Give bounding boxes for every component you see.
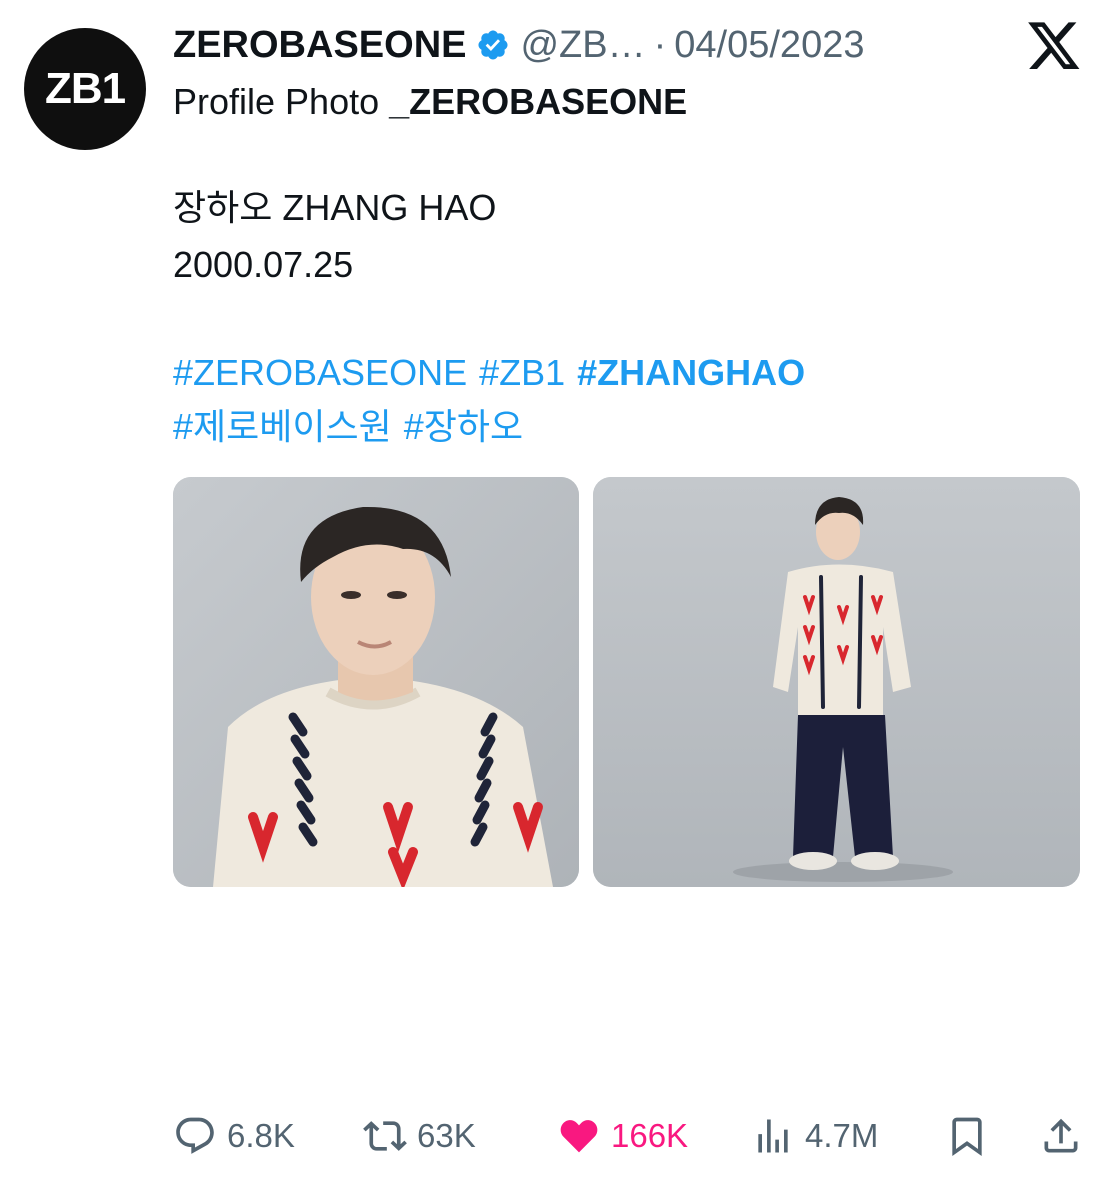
hashtag-row-2: #제로베이스원 #장하오 xyxy=(173,404,535,450)
hashtag-link[interactable]: #제로베이스원 xyxy=(173,406,392,447)
separator-dot: · xyxy=(653,23,667,66)
repost-button[interactable]: 63K xyxy=(363,1108,476,1164)
views-button[interactable]: 4.7M xyxy=(751,1108,878,1164)
reply-count: 6.8K xyxy=(227,1117,295,1154)
hashtag-link[interactable]: #ZB1 xyxy=(479,352,565,393)
photo-full-body xyxy=(593,477,1080,887)
tweet-text-prefix: Profile Photo xyxy=(173,81,390,122)
repost-icon xyxy=(363,1121,407,1151)
tweet-birthdate: 2000.07.25 xyxy=(173,244,354,285)
tweet-text-bold: _ZEROBASEONE xyxy=(389,81,688,122)
hashtag-link[interactable]: #ZEROBASEONE xyxy=(173,352,467,393)
display-name[interactable]: ZEROBASEONE xyxy=(173,24,466,67)
media-photo-2[interactable] xyxy=(593,477,1080,887)
views-bar-chart-icon xyxy=(758,1119,788,1153)
share-icon xyxy=(1044,1118,1078,1153)
tweet-date[interactable]: 04/05/2023 xyxy=(674,24,864,67)
photo-portrait-closeup xyxy=(173,477,579,887)
avatar-text: ZB1 xyxy=(44,64,126,113)
bookmark-button[interactable] xyxy=(945,1108,989,1164)
reply-button[interactable]: 6.8K xyxy=(173,1108,295,1164)
handle[interactable]: @ZB… xyxy=(520,24,645,67)
like-button[interactable]: 166K xyxy=(557,1108,688,1164)
like-count: 166K xyxy=(611,1117,689,1154)
verified-badge-icon xyxy=(478,30,509,60)
media-photo-1[interactable] xyxy=(173,477,579,887)
repost-count: 63K xyxy=(417,1117,476,1154)
share-button[interactable] xyxy=(1039,1108,1083,1164)
hashtag-row-1: #ZEROBASEONE #ZB1 #ZHANGHAO xyxy=(173,350,817,396)
tweet-name-line: 장하오 ZHANG HAO xyxy=(173,187,497,228)
tweet-header: ZEROBASEONE @ZB… · 04/05/2023 xyxy=(173,22,864,68)
reply-icon xyxy=(176,1117,214,1154)
bookmark-icon xyxy=(952,1117,982,1157)
x-logo-icon xyxy=(1028,22,1080,69)
heart-filled-icon xyxy=(560,1120,598,1153)
tweet-line-profile-photo: Profile Photo _ZEROBASEONE xyxy=(173,79,687,125)
tweet-action-bar: 6.8K 63K 166K 4.7M xyxy=(173,1108,1083,1164)
views-count: 4.7M xyxy=(805,1117,879,1154)
avatar[interactable]: ZB1 xyxy=(24,28,146,150)
hashtag-link-highlight[interactable]: #ZHANGHAO xyxy=(577,352,805,393)
hashtag-link[interactable]: #장하오 xyxy=(404,406,523,447)
